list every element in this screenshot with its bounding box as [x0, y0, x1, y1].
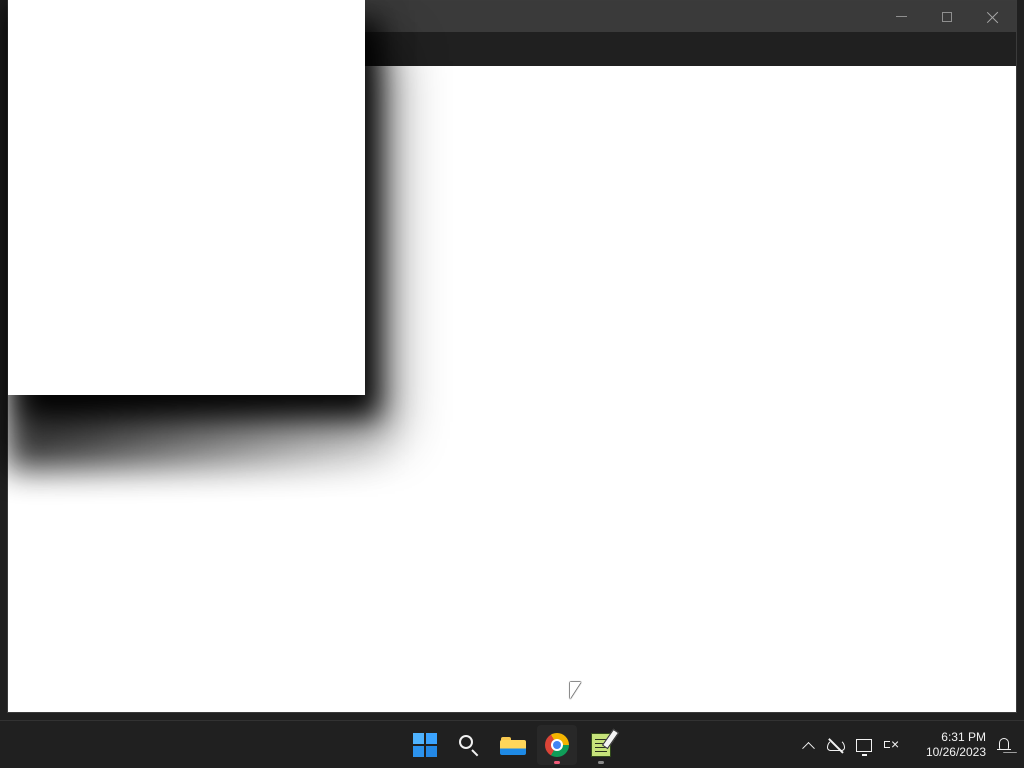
chrome-taskbar-button[interactable] [537, 725, 577, 765]
close-button[interactable] [970, 1, 1016, 32]
notifications-button[interactable] [986, 731, 1014, 759]
show-hidden-icons-button[interactable] [794, 731, 822, 759]
file-explorer-button[interactable] [493, 725, 533, 765]
taskbar: 6:31 PM 10/26/2023 [0, 720, 1024, 768]
minimize-icon [895, 16, 907, 17]
desktop: 6:31 PM 10/26/2023 [0, 0, 1024, 768]
windows-logo-icon [413, 733, 437, 757]
search-icon [458, 734, 480, 756]
volume-button[interactable] [878, 731, 906, 759]
window-controls [878, 1, 1016, 32]
network-button[interactable] [850, 731, 878, 759]
search-button[interactable] [449, 725, 489, 765]
taskbar-clock[interactable]: 6:31 PM 10/26/2023 [910, 725, 986, 765]
maximize-icon [942, 11, 952, 22]
blank-popup-window[interactable] [8, 0, 365, 395]
mouse-cursor-icon [570, 682, 581, 699]
volume-muted-icon [883, 737, 901, 753]
chrome-icon [545, 733, 569, 757]
notepad-taskbar-button[interactable] [581, 725, 621, 765]
minimize-button[interactable] [878, 1, 924, 32]
start-button[interactable] [405, 725, 445, 765]
chrome-running-indicator [554, 761, 560, 764]
bell-icon [996, 737, 1012, 754]
onedrive-status-button[interactable] [822, 731, 850, 759]
notepad-running-indicator [598, 761, 604, 764]
clock-date: 10/26/2023 [925, 745, 986, 759]
notepad-icon [591, 733, 611, 757]
folder-icon [500, 735, 526, 755]
system-tray: 6:31 PM 10/26/2023 [794, 721, 1014, 768]
clock-time: 6:31 PM [941, 730, 986, 744]
network-icon [856, 738, 872, 756]
cloud-off-icon [827, 739, 845, 751]
close-icon [987, 11, 999, 23]
maximize-button[interactable] [924, 1, 970, 32]
chevron-up-icon [801, 741, 815, 755]
taskbar-app-buttons [405, 725, 621, 765]
